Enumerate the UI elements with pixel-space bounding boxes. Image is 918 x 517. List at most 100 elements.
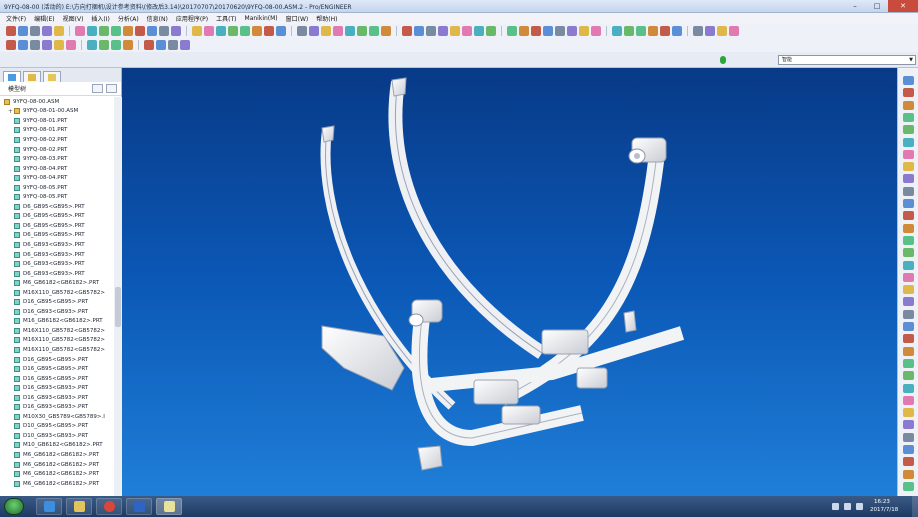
menu-item[interactable]: 帮助(H) [312, 14, 341, 23]
toolbar-button[interactable] [543, 26, 553, 36]
graphics-viewport[interactable] [122, 68, 897, 496]
toolbar-button[interactable] [507, 26, 517, 36]
tree-scrollbar[interactable] [114, 97, 122, 496]
toolbar-button[interactable] [591, 26, 601, 36]
toolbar-button[interactable] [135, 26, 145, 36]
tree-item[interactable]: D6_GB93<GB93>.PRT [4, 259, 114, 269]
toolbar-button[interactable] [693, 26, 703, 36]
clock-time[interactable]: 16:23 [874, 499, 890, 505]
taskbar-proe[interactable] [156, 498, 182, 515]
toolbar-button[interactable] [672, 26, 682, 36]
toolbar-button[interactable] [381, 26, 391, 36]
tree-item[interactable]: D16_GB95<GB95>.PRT [4, 355, 114, 365]
toolbar-button[interactable] [450, 26, 460, 36]
feature-tool-button[interactable] [903, 297, 914, 307]
feature-tool-button[interactable] [903, 199, 914, 208]
tree-item[interactable]: M10X30_GB5789<GB5789>.I [4, 412, 114, 422]
tray-volume-icon[interactable] [856, 503, 863, 510]
menu-item[interactable]: 插入(I) [87, 14, 113, 23]
feature-tool-button[interactable] [903, 285, 914, 295]
tree-item[interactable]: M16X110_GB5782<GB5782> [4, 326, 114, 336]
toolbar-button[interactable] [6, 40, 16, 50]
tree-item[interactable]: D6_GB95<GB95>.PRT [4, 202, 114, 212]
tree-item[interactable]: M16X110_GB5782<GB5782> [4, 345, 114, 355]
feature-tool-button[interactable] [903, 100, 914, 110]
feature-tool-button[interactable] [903, 469, 914, 479]
toolbar-button[interactable] [402, 26, 412, 36]
toolbar-button[interactable] [99, 40, 109, 50]
toolbar-button[interactable] [18, 40, 28, 50]
menu-item[interactable]: 文件(F) [2, 14, 30, 23]
tree-item[interactable]: M16X110_GB5782<GB5782> [4, 336, 114, 346]
toolbar-button[interactable] [705, 26, 715, 36]
feature-tool-button[interactable] [903, 445, 914, 454]
toolbar-button[interactable] [462, 26, 472, 36]
feature-tool-button[interactable] [903, 211, 914, 221]
toolbar-button[interactable] [18, 26, 28, 36]
toolbar-button[interactable] [171, 26, 181, 36]
tree-show-button[interactable] [106, 84, 117, 93]
feature-tool-button[interactable] [903, 162, 914, 172]
menu-item[interactable]: 信息(N) [143, 14, 172, 23]
toolbar-button[interactable] [438, 26, 448, 36]
toolbar-button[interactable] [345, 26, 355, 36]
feature-tool-button[interactable] [903, 358, 914, 368]
tree-item[interactable]: D6_GB93<GB93>.PRT [4, 269, 114, 279]
taskbar-ie[interactable] [36, 498, 62, 515]
tree-item[interactable]: D16_GB93<GB93>.PRT [4, 307, 114, 317]
tree-item[interactable]: M6_GB6182<GB6182>.PRT [4, 278, 114, 288]
feature-tool-button[interactable] [903, 383, 914, 393]
selection-filter-select[interactable]: 智能 ▼ [778, 55, 916, 65]
feature-tool-button[interactable] [903, 248, 914, 258]
toolbar-button[interactable] [87, 26, 97, 36]
tab-folder-browser[interactable] [23, 71, 41, 82]
tree-item[interactable]: M6_GB6182<GB6182>.PRT [4, 450, 114, 460]
tree-item[interactable]: 9YFQ-08-01.PRT [4, 116, 114, 126]
toolbar-button[interactable] [30, 26, 40, 36]
toolbar-button[interactable] [54, 26, 64, 36]
minimize-button[interactable]: – [844, 0, 866, 12]
toolbar-button[interactable] [555, 26, 565, 36]
tree-item[interactable]: D6_GB95<GB95>.PRT [4, 231, 114, 241]
menu-item[interactable]: 分析(A) [114, 14, 143, 23]
tree-item[interactable]: D10_GB95<GB95>.PRT [4, 422, 114, 432]
tree-item[interactable]: M6_GB6182<GB6182>.PRT [4, 469, 114, 479]
feature-tool-button[interactable] [903, 88, 914, 98]
toolbar-button[interactable] [660, 26, 670, 36]
toolbar-button[interactable] [357, 26, 367, 36]
menu-item[interactable]: 工具(T) [212, 14, 240, 23]
toolbar-button[interactable] [297, 26, 307, 36]
toolbar-button[interactable] [567, 26, 577, 36]
tree-item[interactable]: 9YFQ-08-01.PRT [4, 126, 114, 136]
tree-item[interactable]: 9YFQ-08-04.PRT [4, 173, 114, 183]
tray-network-icon[interactable] [844, 503, 851, 510]
toolbar-button[interactable] [729, 26, 739, 36]
feature-tool-button[interactable] [903, 408, 914, 418]
toolbar-button[interactable] [264, 26, 274, 36]
menu-item[interactable]: 应用程序(P) [172, 14, 212, 23]
tree-item[interactable]: +9YFQ-08-01-00.ASM [4, 107, 114, 117]
toolbar-button[interactable] [180, 40, 190, 50]
toolbar-button[interactable] [123, 40, 133, 50]
menu-item[interactable]: 编辑(E) [30, 14, 58, 23]
tree-item[interactable]: 9YFQ-08-03.PRT [4, 154, 114, 164]
feature-tool-button[interactable] [903, 481, 914, 491]
tab-favorites[interactable] [43, 71, 61, 82]
tree-item[interactable]: 9YFQ-08-02.PRT [4, 145, 114, 155]
toolbar-button[interactable] [111, 26, 121, 36]
tree-item[interactable]: 9YFQ-08-02.PRT [4, 135, 114, 145]
tree-item[interactable]: D16_GB95<GB95>.PRT [4, 374, 114, 384]
toolbar-button[interactable] [87, 40, 97, 50]
toolbar-button[interactable] [66, 40, 76, 50]
feature-tool-button[interactable] [903, 223, 914, 233]
toolbar-button[interactable] [123, 26, 133, 36]
feature-tool-button[interactable] [903, 260, 914, 270]
toolbar-button[interactable] [612, 26, 622, 36]
feature-tool-button[interactable] [903, 457, 914, 467]
feature-tool-button[interactable] [903, 371, 914, 381]
taskbar-word[interactable] [126, 498, 152, 515]
feature-tool-button[interactable] [903, 174, 914, 184]
tree-item[interactable]: D10_GB93<GB93>.PRT [4, 431, 114, 441]
tree-item[interactable]: M6_GB6182<GB6182>.PRT [4, 460, 114, 470]
clock-date[interactable]: 2017/7/18 [870, 507, 898, 513]
